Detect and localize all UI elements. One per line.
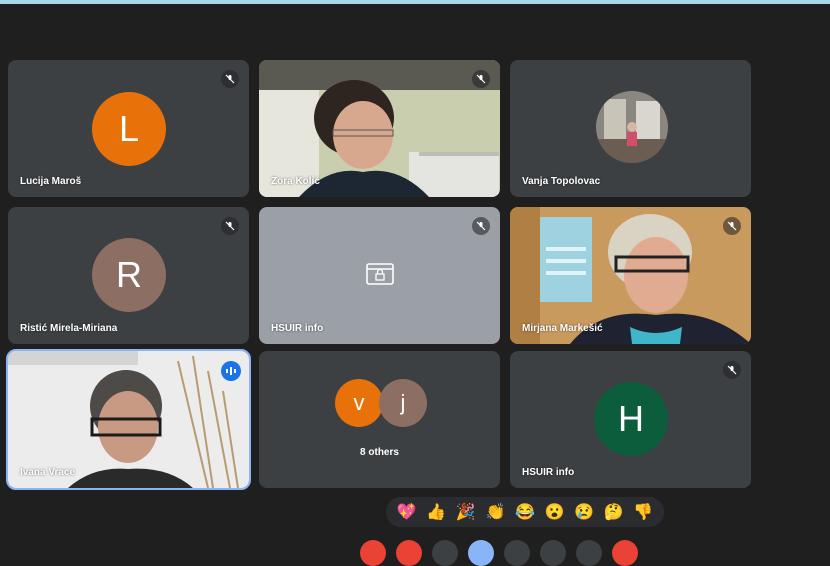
- reaction-thumbs-down-button[interactable]: 👎: [630, 502, 656, 522]
- avatar-photo: [596, 91, 668, 163]
- avatar-initial: L: [118, 108, 140, 149]
- reaction-party-button[interactable]: 🎉: [453, 502, 479, 522]
- window-top-border: [0, 0, 830, 4]
- others-count-label: 8 others: [360, 447, 399, 458]
- reaction-thinking-button[interactable]: 🤔: [601, 502, 627, 522]
- presentation-blocked-icon: [366, 263, 394, 292]
- mic-off-icon: [723, 361, 741, 379]
- reaction-heart-button[interactable]: 💖: [394, 502, 420, 522]
- avatar: j: [379, 379, 427, 427]
- participant-tile-others[interactable]: v j 8 others: [259, 351, 500, 488]
- participant-tile-lucija[interactable]: L Lucija Maroš: [8, 60, 249, 197]
- participant-name: Zora Kolić: [271, 176, 320, 187]
- avatar: L: [92, 92, 166, 166]
- participant-tile-mirjana[interactable]: Mirjana Markešić: [510, 207, 751, 344]
- mic-off-icon: [472, 70, 490, 88]
- participant-name: Lucija Maroš: [20, 176, 82, 187]
- participant-name: Ivana Vrace: [20, 467, 76, 478]
- mic-off-icon: [472, 217, 490, 235]
- participant-tile-ristic[interactable]: R Ristić Mirela-Miriana: [8, 207, 249, 344]
- participant-tile-ivana[interactable]: Ivana Vrace: [6, 349, 251, 490]
- participant-tile-hsuir-presenting[interactable]: HSUIR info: [259, 207, 500, 344]
- reactions-bar: 💖 👍 🎉 👏 😂 😮 😢 🤔 👎: [386, 497, 664, 527]
- mic-off-icon: [221, 217, 239, 235]
- avatar: v: [335, 379, 383, 427]
- avatar: H: [594, 382, 668, 456]
- participant-name: Vanja Topolovac: [522, 176, 601, 187]
- participant-name: HSUIR info: [522, 467, 575, 478]
- raise-hand-button[interactable]: [540, 540, 566, 566]
- mic-off-icon: [221, 70, 239, 88]
- reaction-laugh-button[interactable]: 😂: [512, 502, 538, 522]
- present-button[interactable]: [504, 540, 530, 566]
- reaction-sad-button[interactable]: 😢: [571, 502, 597, 522]
- captions-button[interactable]: [432, 540, 458, 566]
- call-controls: [360, 540, 638, 566]
- speaking-indicator-icon: [221, 361, 241, 381]
- emoji-button[interactable]: [468, 540, 494, 566]
- camera-toggle-button[interactable]: [396, 540, 422, 566]
- avatar-initial: R: [116, 254, 142, 295]
- mic-off-icon: [723, 217, 741, 235]
- avatar: R: [92, 238, 166, 312]
- participant-name: HSUIR info: [271, 323, 324, 334]
- reaction-surprised-button[interactable]: 😮: [542, 502, 568, 522]
- reaction-clap-button[interactable]: 👏: [482, 502, 508, 522]
- reaction-thumbs-up-button[interactable]: 👍: [423, 502, 449, 522]
- participant-tile-vanja[interactable]: Vanja Topolovac: [510, 60, 751, 197]
- more-options-button[interactable]: [576, 540, 602, 566]
- avatar-initial: v: [353, 390, 365, 415]
- leave-call-button[interactable]: [612, 540, 638, 566]
- participant-tile-hsuir[interactable]: H HSUIR info: [510, 351, 751, 488]
- avatar-initial: H: [618, 398, 644, 439]
- participant-tile-kolic[interactable]: Zora Kolić: [259, 60, 500, 197]
- participant-name: Ristić Mirela-Miriana: [20, 323, 118, 334]
- mic-toggle-button[interactable]: [360, 540, 386, 566]
- avatar-initial: j: [400, 390, 406, 415]
- participant-name: Mirjana Markešić: [522, 323, 603, 334]
